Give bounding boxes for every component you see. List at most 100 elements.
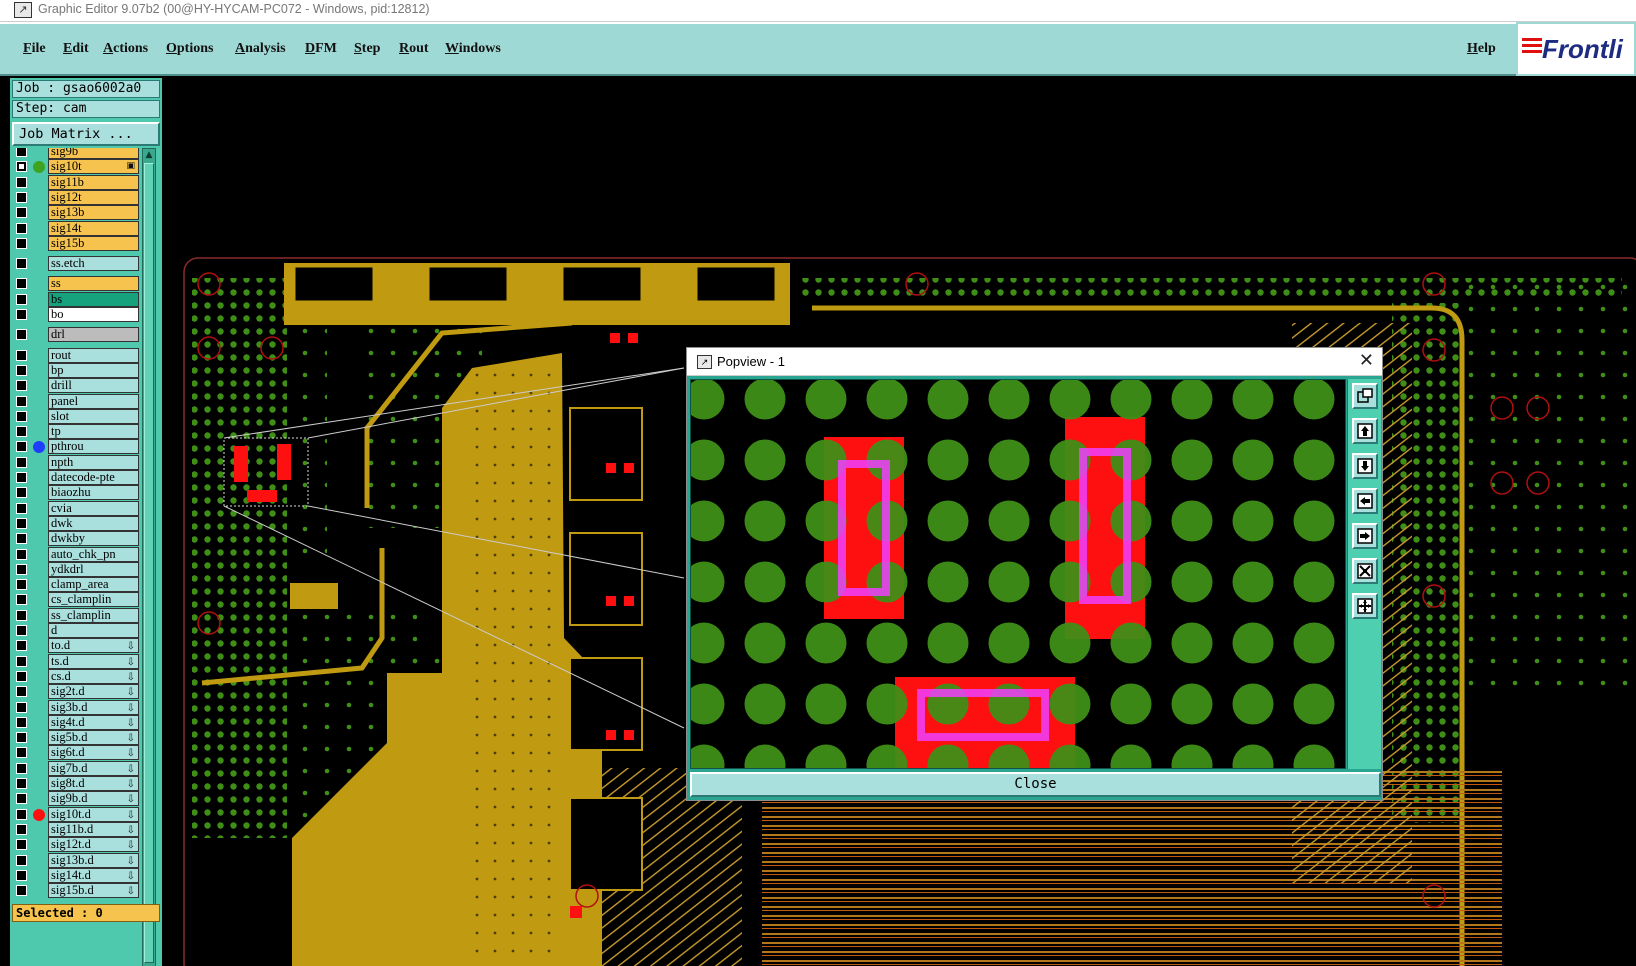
layer-row[interactable]: ss: [12, 276, 140, 292]
layer-name[interactable]: sig2t.d ⇩: [48, 684, 139, 700]
layer-checkbox[interactable]: [16, 502, 27, 514]
layer-row[interactable]: ss.etch: [12, 256, 140, 272]
layer-name[interactable]: sig10t ▣: [48, 159, 139, 175]
layer-row[interactable]: datecode-pte: [12, 470, 140, 485]
layer-name[interactable]: tp: [48, 424, 139, 440]
layer-row[interactable]: ts.d ⇩: [12, 653, 140, 669]
layer-list-scrollbar[interactable]: ▲ ▼: [142, 148, 156, 966]
layer-row[interactable]: sig13b: [12, 205, 140, 221]
layer-name[interactable]: sig13b: [48, 205, 139, 221]
layer-checkbox[interactable]: [16, 472, 27, 483]
layer-checkbox[interactable]: [16, 191, 27, 203]
layer-checkbox[interactable]: [16, 670, 27, 682]
layer-name[interactable]: sig14t: [48, 220, 139, 236]
menu-edit[interactable]: Edit: [63, 41, 89, 57]
menu-file[interactable]: File: [23, 41, 46, 57]
layer-row[interactable]: npth: [12, 454, 140, 470]
scroll-up-icon[interactable]: ▲: [143, 149, 155, 161]
layer-row[interactable]: clamp_area: [12, 577, 140, 593]
layer-checkbox[interactable]: [16, 487, 27, 499]
scroll-thumb[interactable]: [144, 163, 154, 963]
layer-row[interactable]: bp: [12, 362, 140, 378]
layer-name[interactable]: sig10t.d ⇩: [48, 806, 139, 822]
layer-name[interactable]: drl: [48, 327, 139, 343]
layer-checkbox[interactable]: [16, 148, 27, 157]
layer-row[interactable]: sig12t: [12, 189, 140, 205]
layer-checkbox[interactable]: [16, 762, 27, 774]
pan-up-icon[interactable]: [1352, 418, 1378, 444]
layer-checkbox[interactable]: [16, 778, 27, 789]
layer-checkbox[interactable]: [16, 563, 27, 575]
layer-name[interactable]: sig11b.d ⇩: [48, 821, 139, 837]
layer-row[interactable]: ss_clamplin: [12, 607, 140, 623]
layer-checkbox[interactable]: [16, 222, 27, 234]
layer-checkbox[interactable]: [16, 380, 27, 392]
layer-row[interactable]: dwkby: [12, 531, 140, 547]
layer-list[interactable]: sig9b sig10t ▣ sig11b sig12t sig13b sig14t sig1…: [12, 148, 140, 966]
layer-name[interactable]: sig11b: [48, 174, 139, 190]
layer-checkbox[interactable]: [16, 609, 27, 621]
layer-checkbox[interactable]: [16, 441, 27, 453]
layer-name[interactable]: d: [48, 623, 139, 638]
layer-name[interactable]: clamp_area: [48, 577, 139, 593]
layer-checkbox[interactable]: [16, 854, 27, 866]
layer-checkbox[interactable]: [16, 517, 27, 529]
layer-checkbox[interactable]: [16, 329, 27, 341]
layer-checkbox[interactable]: [16, 686, 27, 698]
layer-checkbox[interactable]: [16, 548, 27, 560]
job-matrix-button[interactable]: Job Matrix ...: [12, 122, 160, 146]
layer-checkbox[interactable]: [16, 594, 27, 606]
layer-row[interactable]: cs.d ⇩: [12, 668, 140, 684]
layer-row[interactable]: cvia: [12, 500, 140, 516]
layer-name[interactable]: ss: [48, 276, 139, 292]
layer-row[interactable]: slot: [12, 408, 140, 424]
layer-checkbox[interactable]: [16, 293, 27, 305]
layer-name[interactable]: slot: [48, 408, 139, 424]
layer-row[interactable]: tp: [12, 424, 140, 440]
layer-checkbox[interactable]: [16, 395, 27, 407]
layer-checkbox[interactable]: [16, 237, 27, 249]
layer-name[interactable]: ydkdrl: [48, 561, 139, 577]
menu-step[interactable]: Step: [354, 41, 380, 57]
layer-checkbox[interactable]: [16, 207, 27, 219]
layer-checkbox[interactable]: [16, 793, 27, 805]
layer-row[interactable]: sig11b: [12, 174, 140, 190]
layer-checkbox[interactable]: [16, 625, 27, 636]
layer-name[interactable]: sig9b.d ⇩: [48, 791, 139, 807]
layer-row[interactable]: to.d ⇩: [12, 638, 140, 654]
layer-name[interactable]: sig14t.d ⇩: [48, 867, 139, 883]
layer-row[interactable]: sig5b.d ⇩: [12, 730, 140, 746]
menu-options[interactable]: Options: [166, 41, 213, 57]
layer-row[interactable]: auto_chk_pn: [12, 546, 140, 562]
layer-name[interactable]: panel: [48, 393, 139, 409]
layer-checkbox[interactable]: [16, 655, 27, 667]
pan-left-icon[interactable]: [1352, 488, 1378, 514]
pan-down-icon[interactable]: [1352, 453, 1378, 479]
menu-rout[interactable]: Rout: [399, 41, 429, 57]
layer-name[interactable]: cs.d ⇩: [48, 668, 139, 684]
menu-help[interactable]: Help: [1467, 41, 1496, 57]
layer-row[interactable]: sig13b.d ⇩: [12, 852, 140, 868]
layer-checkbox[interactable]: [16, 410, 27, 422]
layer-name[interactable]: npth: [48, 454, 139, 470]
layer-name[interactable]: bo: [48, 307, 139, 322]
layer-checkbox[interactable]: [16, 839, 27, 851]
layer-name[interactable]: bp: [48, 362, 139, 378]
layer-checkbox[interactable]: [16, 701, 27, 713]
layer-row[interactable]: rout: [12, 347, 140, 363]
layer-name[interactable]: ts.d ⇩: [48, 653, 139, 669]
layer-row[interactable]: sig8t.d ⇩: [12, 776, 140, 791]
zoom-home-icon[interactable]: [1352, 558, 1378, 584]
layer-name[interactable]: sig15b.d ⇩: [48, 883, 139, 899]
layer-name[interactable]: drill: [48, 378, 139, 394]
layer-checkbox[interactable]: [16, 885, 27, 897]
layer-name[interactable]: sig3b.d ⇩: [48, 699, 139, 715]
layer-name[interactable]: datecode-pte: [48, 470, 139, 485]
layer-checkbox[interactable]: [16, 579, 27, 591]
layer-checkbox[interactable]: [16, 640, 27, 652]
layer-checkbox[interactable]: [16, 309, 27, 320]
layer-name[interactable]: dwkby: [48, 531, 139, 547]
layer-name[interactable]: sig5b.d ⇩: [48, 730, 139, 746]
layer-checkbox[interactable]: [16, 808, 27, 820]
zoomed-board-view[interactable]: [691, 380, 1346, 769]
